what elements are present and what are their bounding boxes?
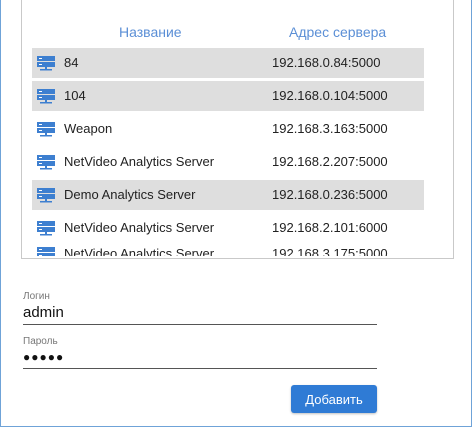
server-name: Demo Analytics Server — [64, 187, 196, 202]
server-name: NetVideo Analytics Server — [64, 220, 215, 235]
list-header: Название Адрес сервера — [22, 24, 453, 48]
login-input[interactable]: admin — [23, 304, 64, 321]
column-header-address[interactable]: Адрес сервера — [289, 24, 386, 40]
column-header-name[interactable]: Название — [119, 24, 182, 40]
table-row[interactable]: Demo Analytics Server 192.168.0.236:5000 — [32, 180, 424, 210]
server-address: 192.168.3.163:5000 — [272, 121, 388, 136]
table-row[interactable]: 84 192.168.0.84:5000 — [32, 48, 424, 78]
server-name: 84 — [64, 55, 79, 70]
server-name: 104 — [64, 88, 86, 103]
server-address: 192.168.3.175:5000 — [272, 246, 388, 256]
server-address: 192.168.0.84:5000 — [272, 55, 381, 70]
server-icon — [37, 89, 55, 104]
password-underline — [23, 368, 377, 369]
server-icon — [37, 188, 55, 203]
server-list[interactable]: Название Адрес сервера 84 192.168.0.84:5… — [21, 0, 454, 259]
server-icon — [37, 247, 55, 256]
server-address: 192.168.0.104:5000 — [272, 88, 388, 103]
server-address: 192.168.0.236:5000 — [272, 187, 388, 202]
server-rows: 84 192.168.0.84:5000 104 192.168.0.104:5… — [32, 48, 424, 256]
table-row[interactable]: NetVideo Analytics Server 192.168.2.101:… — [32, 213, 424, 243]
server-icon — [37, 155, 55, 170]
server-icon — [37, 221, 55, 236]
server-name: NetVideo Analytics Server — [64, 246, 215, 256]
password-input[interactable]: ●●●●● — [23, 350, 64, 364]
table-row[interactable]: Weapon 192.168.3.163:5000 — [32, 114, 424, 144]
table-row[interactable]: NetVideo Analytics Server 192.168.3.175:… — [32, 246, 424, 256]
add-button[interactable]: Добавить — [291, 385, 377, 413]
dialog-frame: Название Адрес сервера 84 192.168.0.84:5… — [0, 0, 472, 427]
server-address: 192.168.2.207:5000 — [272, 154, 388, 169]
table-row[interactable]: 104 192.168.0.104:5000 — [32, 81, 424, 111]
server-name: NetVideo Analytics Server — [64, 154, 215, 169]
server-name: Weapon — [64, 121, 113, 136]
table-row[interactable]: NetVideo Analytics Server 192.168.2.207:… — [32, 147, 424, 177]
server-address: 192.168.2.101:6000 — [272, 220, 388, 235]
server-icon — [37, 56, 55, 71]
password-label: Пароль — [23, 336, 58, 347]
server-icon — [37, 122, 55, 137]
login-underline — [23, 324, 377, 325]
login-label: Логин — [23, 291, 50, 302]
